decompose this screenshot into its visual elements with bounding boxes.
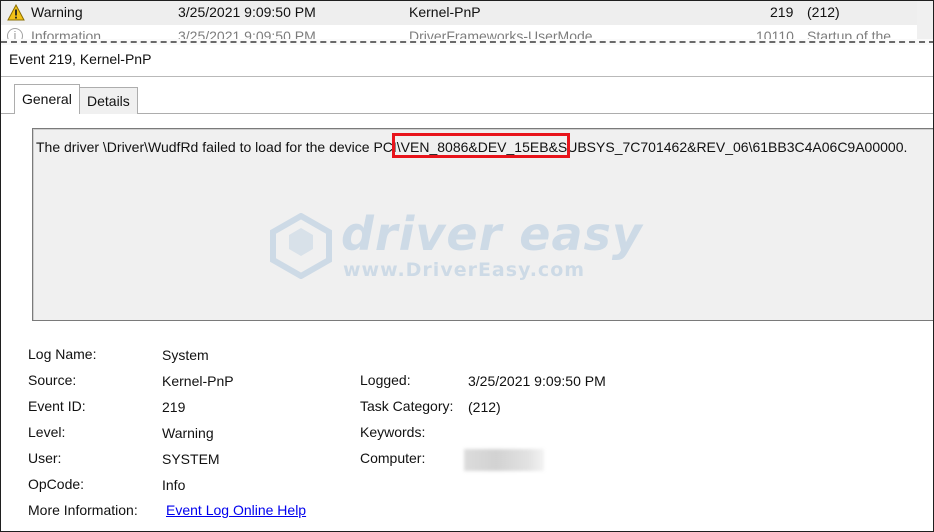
level-label: Level: [28, 424, 66, 440]
event-title: Event 219, Kernel-PnP [9, 51, 152, 67]
event-row-information[interactable]: i Information 3/25/2021 9:09:50 PM Drive… [1, 25, 933, 39]
event-row-warning[interactable]: Warning 3/25/2021 9:09:50 PM Kernel-PnP … [1, 1, 933, 25]
logged-value: 3/25/2021 9:09:50 PM [468, 373, 606, 389]
row-level: Warning [31, 4, 83, 20]
pane-splitter[interactable] [1, 39, 933, 45]
source-value: Kernel-PnP [162, 373, 234, 389]
opcode-value: Info [162, 477, 186, 493]
logged-label: Logged: [360, 372, 411, 388]
message-prefix: The driver \Driver\WudfRd failed to load… [36, 139, 374, 155]
source-label: Source: [28, 372, 77, 388]
row-event-id: 219 [770, 4, 794, 20]
row-level: Information [31, 28, 102, 39]
event-id-value: 219 [162, 399, 186, 415]
title-divider [1, 76, 933, 77]
row-date: 3/25/2021 9:09:50 PM [178, 28, 316, 39]
watermark-name: driver easy [341, 207, 643, 261]
tab-panel-border [1, 113, 933, 114]
warning-icon [7, 4, 25, 21]
red-highlight-box [392, 133, 570, 158]
task-category-value: (212) [468, 399, 501, 415]
task-category-label: Task Category: [360, 398, 454, 414]
info-icon: i [7, 28, 23, 39]
user-label: User: [28, 450, 62, 466]
row-event-id: 10110 [756, 28, 794, 39]
more-info-label: More Information: [28, 502, 138, 518]
event-id-label: Event ID: [28, 398, 86, 414]
message-suffix: &SUBSYS_7C701462&REV_06\61BB3C4A06C9A000… [548, 139, 908, 155]
row-source: DriverFrameworks-UserMode [409, 28, 593, 39]
level-value: Warning [162, 425, 214, 441]
keywords-label: Keywords: [360, 424, 426, 440]
user-value: SYSTEM [162, 451, 220, 467]
row-source: Kernel-PnP [409, 4, 481, 20]
log-name-value: System [162, 347, 209, 363]
event-list: Warning 3/25/2021 9:09:50 PM Kernel-PnP … [1, 1, 933, 39]
event-log-online-help-link[interactable]: Event Log Online Help [166, 502, 306, 518]
event-properties-window: Warning 3/25/2021 9:09:50 PM Kernel-PnP … [0, 0, 934, 532]
watermark-url: www.DriverEasy.com [343, 259, 586, 281]
tab-details[interactable]: Details [80, 87, 138, 114]
list-scrollbar[interactable] [917, 1, 933, 39]
computer-value-redacted [464, 449, 544, 471]
computer-label: Computer: [360, 450, 426, 466]
row-date: 3/25/2021 9:09:50 PM [178, 4, 316, 20]
tab-general[interactable]: General [14, 84, 80, 114]
driver-easy-logo-icon [270, 213, 332, 279]
opcode-label: OpCode: [28, 476, 85, 492]
row-task: (212) [807, 4, 840, 20]
row-task: Startup of the [807, 28, 892, 39]
log-name-label: Log Name: [28, 346, 97, 362]
